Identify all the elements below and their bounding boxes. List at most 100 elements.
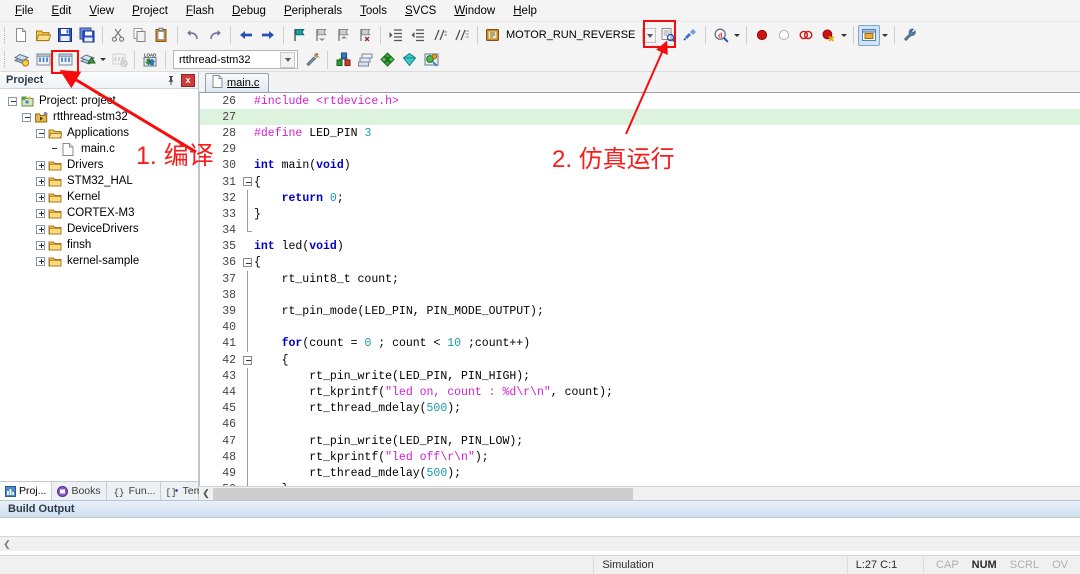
collapse-icon[interactable] (22, 112, 31, 122)
undo-button[interactable] (182, 25, 204, 46)
tree-node-finsh[interactable]: finsh (4, 237, 198, 253)
collapse-icon[interactable] (36, 128, 45, 138)
rebuild-button[interactable] (54, 49, 76, 70)
expand-icon[interactable] (36, 224, 45, 234)
code-line[interactable]: 41 for(count = 0 ; count < 10 ;count++) (200, 335, 1080, 352)
expand-icon[interactable] (36, 240, 45, 250)
manage-runtime-env-button[interactable] (420, 49, 442, 70)
disable-all-breakpoints-button[interactable] (795, 25, 817, 46)
incremental-find-button[interactable] (679, 25, 701, 46)
bookmark-next-button[interactable] (332, 25, 354, 46)
chevron-down-icon[interactable] (280, 51, 295, 68)
project-tab-fun[interactable]: {} Fun... (107, 482, 162, 500)
code-line[interactable]: 29 (200, 142, 1080, 158)
cut-button[interactable] (107, 25, 129, 46)
outdent-button[interactable] (407, 25, 429, 46)
tree-node-stm32-hal[interactable]: STM32_HAL (4, 173, 198, 189)
menu-item-view[interactable]: View (80, 2, 123, 20)
manage-windows-dropdown-caret[interactable] (880, 25, 890, 46)
enable-disable-breakpoint-button[interactable] (773, 25, 795, 46)
manage-project-items-button[interactable] (332, 49, 354, 70)
pack-installer-button[interactable] (398, 49, 420, 70)
multi-project-button[interactable] (354, 49, 376, 70)
close-icon[interactable]: x (181, 73, 195, 87)
navigate-back-button[interactable] (235, 25, 257, 46)
scroll-left-icon[interactable]: ❮ (0, 538, 14, 551)
stop-build-button[interactable] (108, 49, 130, 70)
save-button[interactable] (54, 25, 76, 46)
code-line[interactable]: 31 { (200, 174, 1080, 190)
code-line[interactable]: 30 int main(void) (200, 158, 1080, 174)
code-line[interactable]: 46 (200, 416, 1080, 433)
indent-button[interactable] (385, 25, 407, 46)
config-green-button[interactable] (376, 49, 398, 70)
expand-icon[interactable] (36, 256, 45, 266)
code-line[interactable]: 48 rt_kprintf("led off\r\n"); (200, 449, 1080, 466)
uncomment-button[interactable] (451, 25, 473, 46)
menu-item-debug[interactable]: Debug (223, 2, 275, 20)
new-file-button[interactable] (10, 25, 32, 46)
tree-node-drivers[interactable]: Drivers (4, 157, 198, 173)
menu-item-window[interactable]: Window (445, 2, 504, 20)
code-line[interactable]: 47 rt_pin_write(LED_PIN, PIN_LOW); (200, 432, 1080, 450)
code-line[interactable]: 37 rt_uint8_t count; (200, 271, 1080, 288)
menu-item-project[interactable]: Project (123, 2, 177, 20)
scroll-thumb[interactable] (213, 487, 633, 500)
code-line[interactable]: 34 (200, 222, 1080, 239)
insert-remove-breakpoint-button[interactable] (751, 25, 773, 46)
target-selector[interactable]: rtthread-stm32 (173, 50, 298, 69)
menu-item-tools[interactable]: Tools (351, 2, 396, 20)
insert-remove-bookmark-button[interactable] (288, 25, 310, 46)
code-line[interactable]: 49 rt_thread_mdelay(500); (200, 465, 1080, 482)
code-editor[interactable]: 26 #include <rtdevice.h> 27 28 #define LED_P… (199, 93, 1080, 486)
project-tab-proj[interactable]: Proj... (0, 482, 53, 500)
code-line[interactable]: 32 return 0; (200, 190, 1080, 207)
comment-button[interactable] (429, 25, 451, 46)
fold-toggle-icon[interactable] (242, 174, 254, 190)
editor-tab-mainc[interactable]: main.c (205, 73, 270, 92)
save-all-button[interactable] (76, 25, 98, 46)
build-output-scrollbar[interactable]: ❮ (0, 537, 1080, 551)
pin-icon[interactable] (164, 73, 178, 87)
code-line[interactable]: 33} (200, 206, 1080, 223)
code-line[interactable]: 39 rt_pin_mode(LED_PIN, PIN_MODE_OUTPUT)… (200, 303, 1080, 320)
menu-item-file[interactable]: File (6, 2, 43, 20)
fold-toggle-icon[interactable] (242, 352, 254, 368)
menu-item-edit[interactable]: Edit (43, 2, 81, 20)
bookmark-prev-button[interactable] (310, 25, 332, 46)
expand-icon[interactable] (36, 176, 45, 186)
build-output-content[interactable] (0, 518, 1080, 537)
collapse-icon[interactable] (8, 96, 17, 106)
open-file-button[interactable] (32, 25, 54, 46)
download-button[interactable]: LOAD (139, 49, 161, 70)
code-line[interactable]: 38 (200, 287, 1080, 304)
navigate-forward-button[interactable] (257, 25, 279, 46)
code-line[interactable]: 42 { (200, 352, 1080, 368)
editor-horizontal-scrollbar[interactable]: ❮ (199, 486, 1080, 500)
menu-item-help[interactable]: Help (504, 2, 546, 20)
tree-node-cortex-m3[interactable]: CORTEX-M3 (4, 205, 198, 221)
project-tree[interactable]: Project: project rtthread-stm32 Applicatio… (0, 89, 198, 481)
tree-node-project-project[interactable]: Project: project (4, 93, 198, 109)
manage-windows-button[interactable] (858, 24, 881, 46)
toolbar-grip[interactable] (4, 51, 7, 68)
code-line[interactable]: 36 { (200, 255, 1080, 271)
start-stop-debug-session-button[interactable]: d (710, 25, 732, 46)
code-line[interactable]: 45 rt_thread_mdelay(500); (200, 400, 1080, 417)
find-in-files-icon[interactable] (482, 25, 504, 46)
code-line[interactable]: 40 (200, 319, 1080, 336)
tree-node-devicedrivers[interactable]: DeviceDrivers (4, 221, 198, 237)
menu-item-flash[interactable]: Flash (177, 2, 223, 20)
find-in-files-button[interactable] (657, 25, 679, 46)
expand-icon[interactable] (36, 192, 45, 202)
target-options-button[interactable] (301, 49, 323, 70)
find-target-dropdown[interactable] (641, 25, 657, 46)
build-button[interactable] (32, 49, 54, 70)
tree-node-rtthread-stm32[interactable]: rtthread-stm32 (4, 109, 198, 125)
paste-button[interactable] (151, 25, 173, 46)
expand-icon[interactable] (36, 160, 45, 170)
fold-toggle-icon[interactable] (242, 255, 254, 271)
code-line[interactable]: 44 rt_kprintf("led on, count : %d\r\n", … (200, 384, 1080, 401)
code-line[interactable]: 35 int led(void) (200, 239, 1080, 255)
code-line[interactable]: 27 (200, 109, 1080, 126)
